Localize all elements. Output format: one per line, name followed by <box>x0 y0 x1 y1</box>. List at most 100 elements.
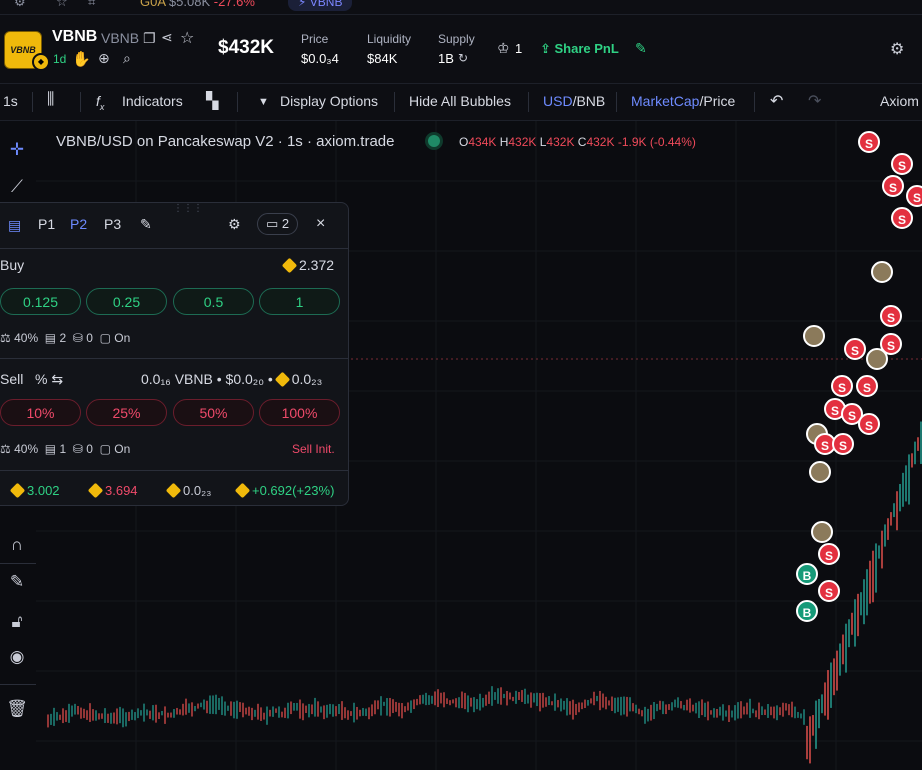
display-options-button[interactable]: Display Options <box>280 93 378 109</box>
search-icon[interactable]: ⌕ <box>123 50 131 67</box>
wallets-selector[interactable]: ▭ 2 <box>257 213 299 235</box>
redo-icon[interactable]: ↷ <box>808 91 821 111</box>
sell-bubble[interactable]: S <box>832 433 854 455</box>
undo-icon[interactable]: ↶ <box>770 91 783 111</box>
refresh-icon[interactable]: ↻ <box>458 51 468 65</box>
interval-button[interactable]: 1s <box>3 93 18 109</box>
sell-amount-button[interactable]: 10% <box>0 399 81 426</box>
buy-amount-button[interactable]: 0.5 <box>173 288 254 315</box>
layout-grid-icon[interactable]: ▚ <box>206 91 218 111</box>
market-cap-value: $432K <box>218 37 274 58</box>
globe-icon[interactable]: ⊕ <box>98 50 110 67</box>
chart-icon[interactable]: ⌗ <box>88 0 95 10</box>
share-icon[interactable]: ⋖ <box>161 29 173 46</box>
share-pnl-button[interactable]: ⇪ Share PnL <box>540 41 619 57</box>
trendline-icon[interactable]: ⟋ <box>6 176 28 198</box>
tab-p1[interactable]: P1 <box>38 216 55 232</box>
candle-type-icon[interactable]: ⫼ <box>47 91 54 109</box>
trader-avatar[interactable] <box>866 348 888 370</box>
wallet-icon[interactable]: ▤ <box>8 217 21 234</box>
lock-drawing-icon[interactable]: ✎ <box>6 571 28 593</box>
currency-toggle[interactable]: USD/BNB <box>543 93 605 109</box>
trader-avatar[interactable] <box>871 261 893 283</box>
pnl-sold: 3.694 <box>87 482 138 499</box>
trader-avatar[interactable] <box>803 325 825 347</box>
indicators-button[interactable]: Indicators <box>122 93 183 109</box>
tools-divider <box>0 684 36 685</box>
trader-avatar[interactable] <box>809 461 831 483</box>
chart-legend: VBNB/USD on Pancakeswap V2 · 1s · axiom.… <box>56 133 395 150</box>
supply-label: Supply <box>438 32 475 46</box>
trading-panel: ▤ P1 P2 P3 ✎ ⋮⋮⋮ ⚙ ▭ 2 × Buy 2.372 0.125… <box>0 202 349 506</box>
sell-bubble[interactable]: S <box>880 305 902 327</box>
pnl-total: +0.692(+23%) <box>234 482 334 499</box>
pnl-holding: 0.0₂₃ <box>165 482 211 499</box>
liquidity-value: $84K <box>367 51 398 66</box>
sell-bubble[interactable]: S <box>906 185 922 207</box>
hide-drawings-icon[interactable]: ◉ <box>6 646 28 668</box>
star-icon[interactable]: ☆ <box>56 0 68 10</box>
buy-label: Buy <box>0 257 25 273</box>
tab-active-token[interactable]: ⚡ VBNB <box>288 0 353 11</box>
token-header: VBNB ◆ VBNB VBNB ❐ ⋖ ☆ 1d ✋ ⊕ ⌕ $432K Pr… <box>0 15 922 84</box>
sell-bubble[interactable]: S <box>891 153 913 175</box>
crown-icon[interactable]: ♔ <box>497 40 510 57</box>
hide-bubbles-button[interactable]: Hide All Bubbles <box>409 93 511 109</box>
chart-toolbar: 1s ⫼ fx Indicators ▚ ▼ Display Options H… <box>0 84 922 121</box>
sell-bubble[interactable]: S <box>818 543 840 565</box>
tools-divider <box>0 563 36 564</box>
pancake-badge-icon: ◆ <box>32 53 50 71</box>
hand-icon[interactable]: ✋ <box>72 50 91 68</box>
unlock-icon[interactable]: 🔓︎ <box>6 611 28 633</box>
sell-bubble[interactable]: S <box>831 375 853 397</box>
drag-handle-icon[interactable]: ⋮⋮⋮ <box>173 203 203 214</box>
pnl-bought: 3.002 <box>9 482 60 499</box>
market-status-dot <box>428 135 440 147</box>
crosshair-icon[interactable]: ✛ <box>6 139 28 161</box>
star-icon[interactable]: ☆ <box>180 28 194 48</box>
buy-bubble[interactable]: B <box>796 600 818 622</box>
price-label: Price <box>301 32 329 46</box>
pin-icon[interactable]: ✎ <box>635 40 647 57</box>
trader-avatar[interactable] <box>811 521 833 543</box>
close-icon[interactable]: × <box>316 215 325 233</box>
sell-bubble[interactable]: S <box>858 131 880 153</box>
sell-bubble[interactable]: S <box>844 338 866 360</box>
copy-icon[interactable]: ❐ <box>143 30 156 47</box>
marketcap-price-toggle[interactable]: MarketCap/Price <box>631 93 735 109</box>
settings-icon[interactable]: ⚙ <box>228 216 241 233</box>
fx-icon: fx <box>96 93 105 112</box>
holders-count: 1 <box>515 41 523 56</box>
tab-p2[interactable]: P2 <box>70 216 87 232</box>
magnet-icon[interactable]: ∩ <box>6 534 28 556</box>
sell-bubble[interactable]: S <box>818 580 840 602</box>
token-ticker: VBNB <box>101 30 140 46</box>
sell-bubble[interactable]: S <box>856 375 878 397</box>
sell-bubble[interactable]: S <box>858 413 880 435</box>
sell-bubble[interactable]: S <box>891 207 913 229</box>
edit-icon[interactable]: ✎ <box>140 216 152 233</box>
sell-settings[interactable]: ⚖ 40% ▤ 1 ⛁ 0 ▢ On <box>0 442 130 456</box>
top-strip-token[interactable]: G0A $5.08K -27.6% <box>140 0 255 9</box>
tab-p3[interactable]: P3 <box>104 216 121 232</box>
buy-bubble[interactable]: B <box>796 563 818 585</box>
sell-amount-button[interactable]: 25% <box>86 399 167 426</box>
trash-icon[interactable]: 🗑︎ <box>6 698 28 720</box>
sell-init-button[interactable]: Sell Init. <box>292 442 335 456</box>
top-strip: ⚙ ☆ ⌗ G0A $5.08K -27.6% ⚡ VBNB <box>0 0 922 15</box>
buy-settings[interactable]: ⚖ 40% ▤ 2 ⛁ 0 ▢ On <box>0 331 130 345</box>
sell-bubble[interactable]: S <box>882 175 904 197</box>
settings-icon[interactable]: ⚙ <box>14 0 26 10</box>
sell-amount-button[interactable]: 50% <box>173 399 254 426</box>
sell-summary: 0.0₁₆ VBNB • $0.0₂₀ • 0.0₂₃ <box>141 371 323 388</box>
buy-amount-button[interactable]: 0.25 <box>86 288 167 315</box>
supply-value: 1B <box>438 51 454 66</box>
brand-label: Axiom <box>880 93 919 109</box>
sell-amount-button[interactable]: 100% <box>259 399 340 426</box>
settings-icon[interactable]: ⚙ <box>890 39 904 59</box>
token-age: 1d <box>53 52 67 66</box>
buy-amount-button[interactable]: 1 <box>259 288 340 315</box>
liquidity-label: Liquidity <box>367 32 412 46</box>
sell-label: Sell % ⇆ <box>0 371 64 387</box>
buy-amount-button[interactable]: 0.125 <box>0 288 81 315</box>
